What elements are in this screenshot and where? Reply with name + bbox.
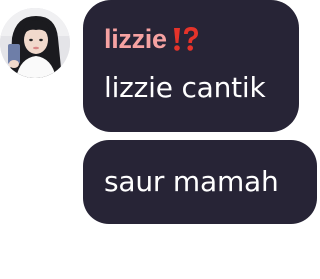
sender-line: lizzie [104, 19, 200, 59]
sender-name[interactable]: lizzie [104, 24, 167, 55]
sender-avatar[interactable] [0, 8, 70, 78]
exclamation-question-mark-icon [170, 24, 200, 54]
message-text[interactable]: saur mamah [104, 165, 279, 198]
message-text[interactable]: lizzie cantik [104, 71, 266, 104]
chat-thread: lizzie lizzie cantik saur mamah [0, 0, 320, 279]
message-bubble[interactable]: saur mamah [83, 140, 317, 224]
user-photo-avatar-icon [0, 8, 70, 78]
message-bubble[interactable]: lizzie lizzie cantik [83, 0, 299, 132]
